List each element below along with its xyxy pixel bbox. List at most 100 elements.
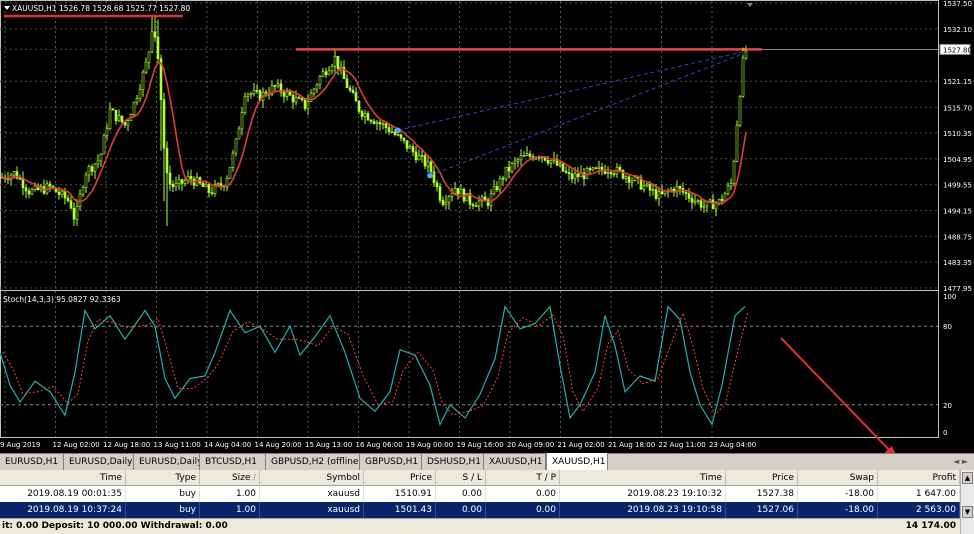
candle-body [108, 108, 112, 129]
chart-frame [0, 0, 939, 438]
candle-body [732, 161, 736, 184]
candle-body [381, 123, 385, 125]
price-chart[interactable]: 1537.50 1532.10 1527.80 1521.15 1515.70 1510.… [0, 0, 974, 461]
tab-eurusd-daily[interactable]: EURUSD,Daily [64, 454, 134, 470]
tab-dshusd-h1[interactable]: DSHUSD,H1 [422, 454, 484, 470]
chart-menu-icon[interactable] [4, 6, 10, 10]
col-profit[interactable]: Profit [878, 470, 960, 486]
candle-body [12, 171, 16, 176]
table-row[interactable]: 2019.08.19 00:01:35 buy 1.00 xauusd 1510… [0, 486, 960, 502]
candle-body [138, 89, 142, 99]
cell-tp: 0.00 [486, 502, 560, 518]
candle-body [429, 161, 433, 173]
candle-body [690, 198, 694, 203]
candle-body [591, 167, 595, 171]
scroll-up-icon[interactable]: ▲ [962, 472, 973, 484]
price-axis-label: 1537.50 [943, 0, 972, 8]
candle-body [303, 99, 307, 109]
tab-eurusd-daily-2[interactable]: EURUSD,Daily [134, 454, 200, 470]
candle-body [132, 101, 136, 115]
col-close-time[interactable]: Time [560, 470, 726, 486]
table-scrollbar[interactable]: ▲ ▼ [960, 470, 974, 534]
price-axis-label: 1510.35 [943, 130, 972, 138]
candle-body [351, 89, 355, 93]
time-axis-label: 21 Aug 02:00 [558, 441, 605, 449]
candle-body [471, 204, 475, 206]
col-tp[interactable]: T / P [486, 470, 560, 486]
stochastic-main-line [0, 305, 746, 427]
candle-body [492, 186, 496, 195]
candle-body [207, 184, 211, 193]
col-symbol[interactable]: Symbol [260, 470, 364, 486]
candle-body [744, 50, 748, 59]
price-axis-label: 1515.70 [943, 104, 972, 112]
candle-body [135, 98, 139, 103]
tab-xauusd-h1-active[interactable]: XAUUSD,H1 [546, 453, 608, 471]
candle-body [117, 115, 121, 122]
candle-body [369, 119, 373, 122]
candle-body [246, 93, 250, 97]
tab-btcusd-h1[interactable]: BTCUSD,H1 [200, 454, 266, 470]
trade-entry-marker[interactable] [395, 127, 401, 134]
cell-profit: 2 563.00 [878, 502, 960, 518]
account-summary-text: it: 0.00 Deposit: 10 000.00 Withdrawal: … [2, 521, 228, 531]
tab-scroll-arrows[interactable]: ◄ ► [953, 454, 968, 470]
candle-body [375, 122, 379, 124]
candle-body [561, 163, 565, 172]
tab-gbpusd-h2-offline[interactable]: GBPUSD,H2 (offline) [266, 454, 360, 470]
time-axis-label: 19 Aug 16:00 [457, 441, 504, 449]
candle-body [399, 134, 403, 139]
col-close-price[interactable]: Price [726, 470, 798, 486]
candle-body [501, 177, 505, 180]
candle-body [627, 176, 631, 183]
candle-body [651, 189, 655, 191]
cell-size: 1.00 [200, 486, 260, 502]
trade-entry-marker[interactable] [427, 172, 433, 179]
candle-body [243, 96, 247, 113]
col-open-price[interactable]: Price [364, 470, 436, 486]
candle-body [102, 134, 106, 155]
tab-eurusd-h1[interactable]: EURUSD,H1 [0, 454, 64, 470]
candle-body [708, 199, 712, 202]
price-axis-label: 1483.35 [943, 259, 972, 267]
candle-body [654, 189, 658, 199]
candle-body [474, 205, 478, 207]
candle-body [525, 153, 529, 156]
candle-body [507, 166, 511, 172]
candle-body [513, 160, 517, 164]
chart-window[interactable]: 1537.50 1532.10 1527.80 1521.15 1515.70 1510.… [0, 0, 974, 461]
scroll-down-icon[interactable]: ▼ [962, 506, 973, 518]
col-sl[interactable]: S / L [436, 470, 486, 486]
candle-body [519, 155, 523, 161]
cell-close-time: 2019.08.23 19:10:58 [560, 502, 726, 518]
candle-body [30, 189, 34, 195]
time-axis-label: 12 Aug 02:00 [53, 441, 100, 449]
price-axis-label: 1494.15 [943, 207, 972, 215]
col-type[interactable]: Type [126, 470, 200, 486]
candle-body [78, 193, 82, 207]
candle-body [171, 183, 175, 188]
tab-gbpusd-h1[interactable]: GBPUSD,H1 [360, 454, 422, 470]
indicator-axis-label: 0 [943, 429, 947, 437]
table-row-selected[interactable]: 2019.08.19 10:37:24 buy 1.00 xauusd 1501… [0, 502, 960, 518]
col-open-time[interactable]: Time [0, 470, 126, 486]
candle-body [105, 128, 109, 136]
cell-close-price: 1527.06 [726, 502, 798, 518]
time-axis-label: 23 Aug 04:00 [709, 441, 756, 449]
price-axis-label: 1521.15 [943, 78, 972, 86]
candle-body [699, 200, 703, 208]
cell-close-time: 2019.08.23 19:10:32 [560, 486, 726, 502]
col-size[interactable]: Size / [200, 470, 260, 486]
candle-body [426, 161, 430, 167]
candle-body [393, 131, 397, 135]
chart-shift-marker-icon[interactable] [747, 3, 753, 7]
candle-body [252, 90, 256, 94]
col-swap[interactable]: Swap [798, 470, 878, 486]
tab-xauusd-h1[interactable]: XAUUSD,H1 [484, 454, 546, 470]
candle-body [432, 171, 436, 184]
candle-body [378, 122, 382, 125]
candle-body [27, 190, 31, 195]
time-axis-label: 12 Aug 18:00 [103, 441, 150, 449]
candle-body [528, 153, 532, 157]
chart-title: XAUUSD,H1 1526.78 1528.68 1525.77 1527.8… [12, 4, 190, 13]
